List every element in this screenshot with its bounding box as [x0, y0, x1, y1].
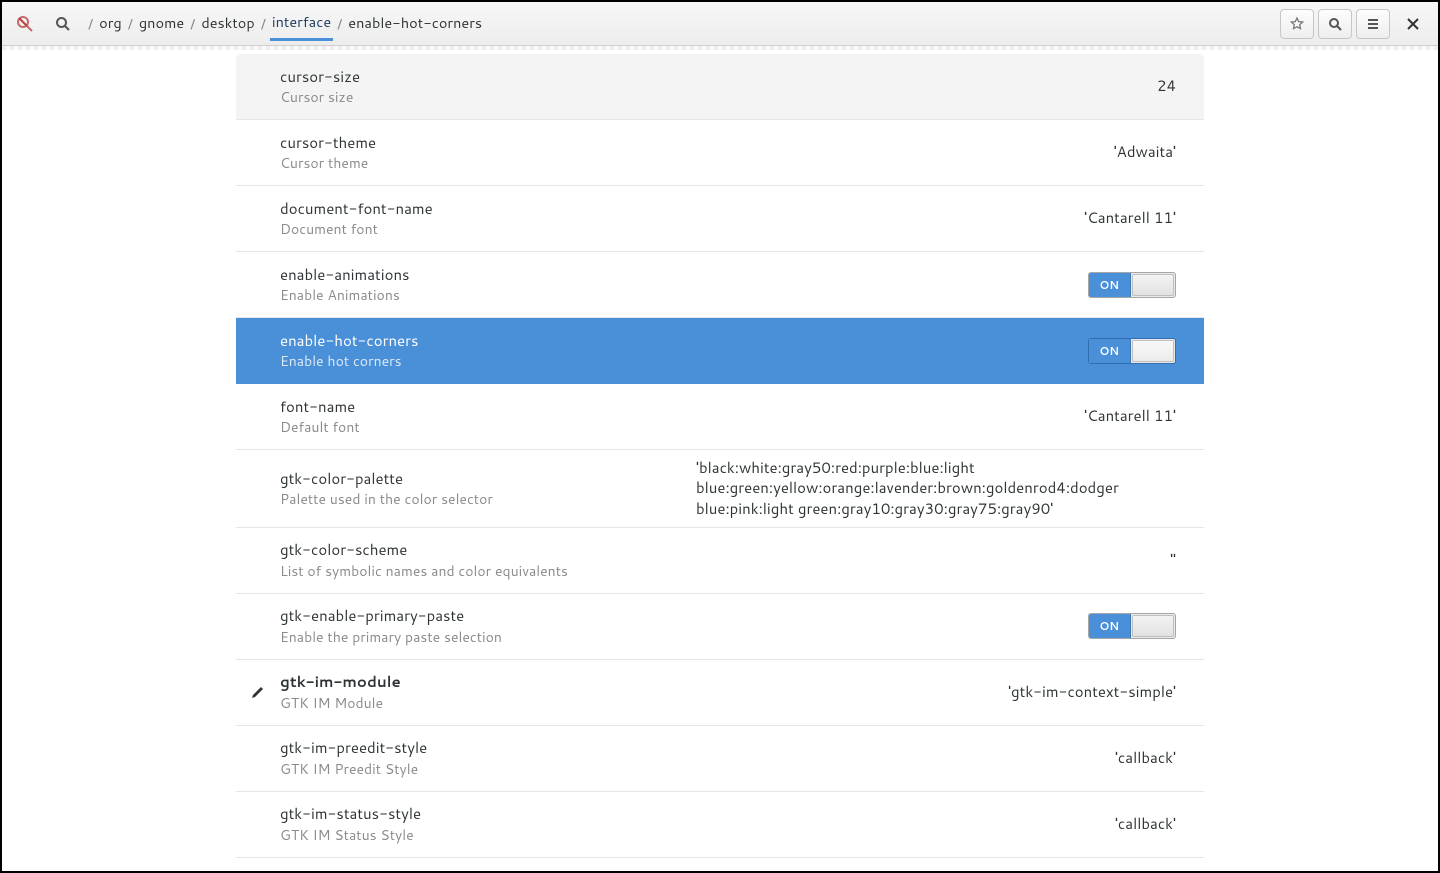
star-icon [1290, 17, 1304, 31]
row-value: 'gtk-im-context-simple' [1008, 682, 1176, 702]
row-key: gtk-color-palette [280, 469, 493, 489]
switch-on-label: ON [1089, 273, 1131, 297]
row-key: font-name [280, 397, 360, 417]
close-icon [1407, 18, 1419, 30]
search-icon [1328, 17, 1342, 31]
row-labels: gtk-im-status-style GTK IM Status Style [280, 804, 421, 844]
row-desc: Document font [280, 220, 433, 238]
switch-enable-animations[interactable]: ON [1088, 272, 1176, 298]
row-value: '' [1170, 550, 1176, 570]
crumb-key[interactable]: enable-hot-corners [346, 8, 484, 39]
row-labels: enable-hot-cornersEnable hot corners [280, 331, 418, 371]
settings-row-gtk-color-scheme[interactable]: gtk-color-scheme List of symbolic names a… [236, 528, 1204, 594]
hamburger-icon [1366, 17, 1380, 31]
row-key: cursor-size [280, 67, 360, 87]
row-labels: gtk-enable-primary-paste Enable the prima… [280, 606, 502, 646]
row-value: 'black:white:gray50:red:purple:blue:ligh… [696, 458, 1176, 519]
header-bar: / org / gnome / desktop / interface / en… [2, 2, 1438, 46]
settings-row-gtk-enable-primary-paste[interactable]: gtk-enable-primary-paste Enable the prima… [236, 594, 1204, 660]
row-key: gtk-enable-primary-paste [280, 606, 502, 626]
switch-handle [1132, 340, 1175, 362]
row-desc: Enable Animations [280, 286, 410, 304]
row-value: 'Adwaita' [1114, 142, 1176, 162]
row-labels: enable-animationsEnable Animations [280, 265, 410, 305]
row-labels: document-font-nameDocument font [280, 199, 433, 239]
row-desc: Cursor size [280, 88, 360, 106]
row-labels: font-nameDefault font [280, 397, 360, 437]
row-desc: GTK IM Module [280, 694, 401, 712]
app-icon [8, 9, 42, 39]
back-to-search-icon[interactable] [46, 9, 80, 39]
header-actions [1280, 9, 1390, 39]
settings-row-enable-hot-corners[interactable]: enable-hot-cornersEnable hot corners ON [236, 318, 1204, 384]
settings-row-document-font-name[interactable]: document-font-nameDocument font 'Cantarel… [236, 186, 1204, 252]
settings-list: cursor-sizeCursor size24cursor-themeCurs… [236, 54, 1204, 871]
row-desc: Palette used in the color selector [280, 490, 493, 508]
settings-row-enable-animations[interactable]: enable-animationsEnable Animations ON [236, 252, 1204, 318]
row-key: enable-hot-corners [280, 331, 418, 351]
row-key: gtk-im-module [280, 672, 401, 692]
row-value: 'callback' [1115, 814, 1176, 834]
crumb-desktop[interactable]: desktop [199, 8, 256, 39]
row-labels: cursor-sizeCursor size [280, 67, 360, 107]
row-labels: gtk-im-preedit-style GTK IM Preedit Style [280, 738, 427, 778]
row-value: 'Cantarell 11' [1084, 208, 1176, 228]
row-key: cursor-theme [280, 133, 376, 153]
row-labels: gtk-color-palettePalette used in the col… [280, 469, 493, 509]
switch-handle [1132, 274, 1175, 296]
crumb-org[interactable]: org [97, 8, 124, 39]
settings-row-gtk-color-palette[interactable]: gtk-color-palettePalette used in the col… [236, 450, 1204, 528]
pencil-icon [250, 684, 266, 700]
switch-on-label: ON [1089, 614, 1131, 638]
settings-row-gtk-im-module[interactable]: gtk-im-module GTK IM Module 'gtk-im-contex… [236, 660, 1204, 726]
row-desc: Enable the primary paste selection [280, 628, 502, 646]
switch-enable-hot-corners[interactable]: ON [1088, 338, 1176, 364]
row-desc: List of symbolic names and color equival… [280, 562, 568, 580]
row-labels: cursor-themeCursor theme [280, 133, 376, 173]
row-labels: gtk-color-scheme List of symbolic names a… [280, 540, 568, 580]
row-desc: Cursor theme [280, 154, 376, 172]
bookmark-button[interactable] [1280, 9, 1314, 39]
row-key: document-font-name [280, 199, 433, 219]
row-key: gtk-im-preedit-style [280, 738, 427, 758]
row-key: gtk-im-status-style [280, 804, 421, 824]
settings-row-font-name[interactable]: font-nameDefault font 'Cantarell 11' [236, 384, 1204, 450]
menu-button[interactable] [1356, 9, 1390, 39]
search-button[interactable] [1318, 9, 1352, 39]
row-key: enable-animations [280, 265, 410, 285]
switch-on-label: ON [1089, 339, 1131, 363]
row-desc: GTK IM Preedit Style [280, 760, 427, 778]
switch-handle [1132, 615, 1175, 637]
row-desc: Default font [280, 418, 360, 436]
breadcrumb: / org / gnome / desktop / interface / en… [88, 7, 484, 41]
switch-gtk-enable-primary-paste[interactable]: ON [1088, 613, 1176, 639]
settings-row-cursor-theme[interactable]: cursor-themeCursor theme 'Adwaita' [236, 120, 1204, 186]
content-area: cursor-sizeCursor size24cursor-themeCurs… [2, 50, 1438, 871]
close-button[interactable] [1394, 9, 1432, 39]
breadcrumb-root[interactable]: / [88, 13, 93, 34]
settings-row-cursor-size[interactable]: cursor-sizeCursor size 24 [236, 54, 1204, 120]
settings-row-gtk-im-status-style[interactable]: gtk-im-status-style GTK IM Status Style 'c… [236, 792, 1204, 858]
row-key: gtk-color-scheme [280, 540, 568, 560]
row-value: 'callback' [1115, 748, 1176, 768]
row-desc: Enable hot corners [280, 352, 418, 370]
settings-row-gtk-im-preedit-style[interactable]: gtk-im-preedit-style GTK IM Preedit Style… [236, 726, 1204, 792]
crumb-gnome[interactable]: gnome [137, 8, 186, 39]
row-value: 'Cantarell 11' [1084, 406, 1176, 426]
row-value: 24 [1157, 76, 1176, 96]
row-desc: GTK IM Status Style [280, 826, 421, 844]
crumb-interface[interactable]: interface [270, 7, 333, 41]
row-labels: gtk-im-module GTK IM Module [280, 672, 401, 712]
